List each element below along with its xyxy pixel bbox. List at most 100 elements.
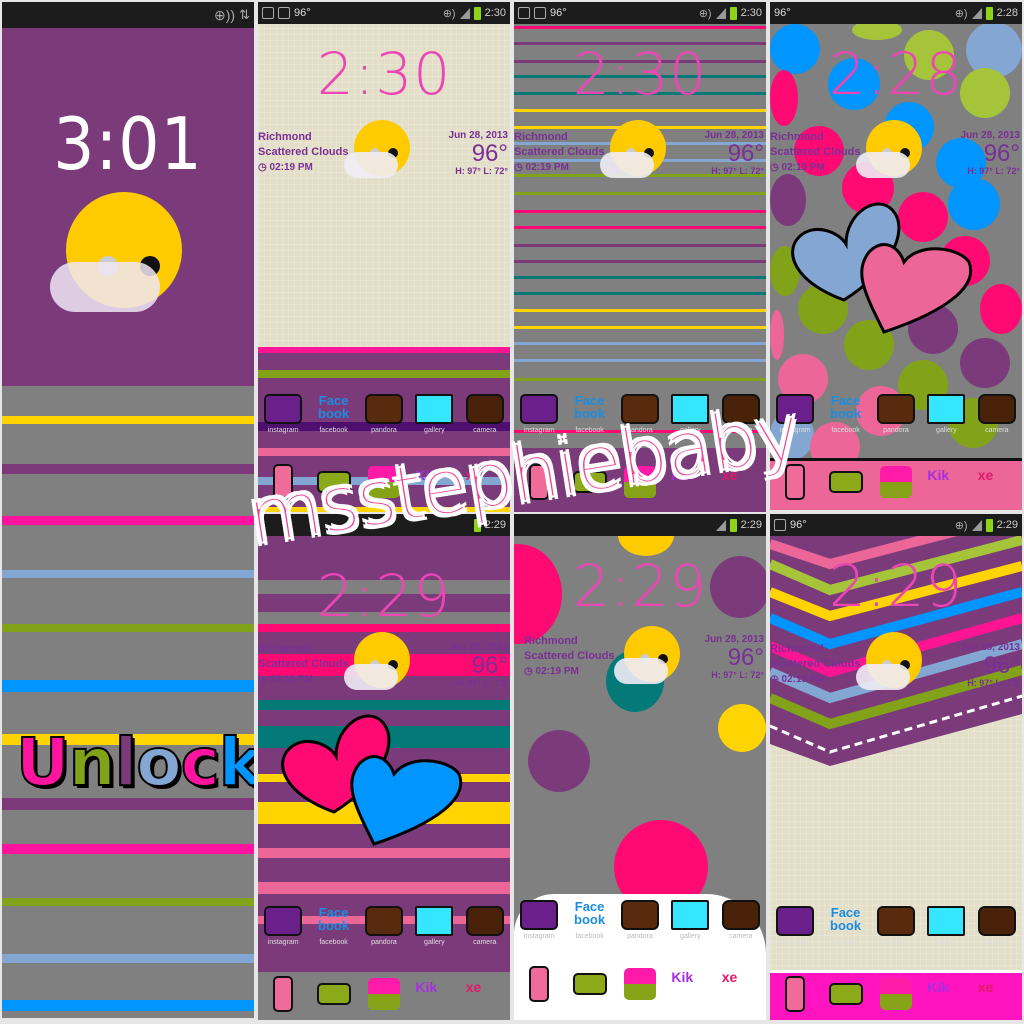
app-xe[interactable]: xe <box>973 467 1021 497</box>
lock-clock: 3:01 <box>53 102 203 186</box>
weather-temp: 96° <box>983 652 1020 679</box>
app-gallery[interactable]: gallery <box>410 906 458 946</box>
app-label: camera <box>729 933 753 940</box>
phone-icon <box>529 966 550 1002</box>
app-gallery[interactable]: gallery <box>922 906 970 946</box>
app-multi[interactable] <box>616 968 664 1000</box>
app-phone[interactable] <box>515 966 563 1002</box>
unlock-label[interactable]: Unlock <box>15 723 254 802</box>
radio-icon <box>876 906 915 936</box>
app-pandora[interactable]: pandora <box>872 394 920 434</box>
weather-temp: 96° <box>983 140 1020 167</box>
app-multi[interactable] <box>360 978 408 1010</box>
weather-temp: 96° <box>471 140 508 167</box>
app-camera[interactable]: camera <box>461 394 509 434</box>
status-temp: 96° <box>774 7 791 19</box>
facebook-icon: Face book <box>318 393 350 421</box>
status-temp: 96° <box>294 7 311 19</box>
message-icon <box>572 973 607 995</box>
kik-icon: Kik <box>927 979 950 995</box>
app-row-1: instagram Face book facebook pandora gall… <box>514 900 766 940</box>
instagram-icon <box>776 906 815 936</box>
app-gallery[interactable]: gallery <box>666 900 714 940</box>
app-facebook[interactable]: Face book facebook <box>566 900 614 940</box>
app-messaging[interactable] <box>566 973 614 995</box>
nfc-icon: ⊕) <box>698 7 712 20</box>
weather-sun-icon <box>614 626 680 684</box>
app-kik[interactable]: Kik <box>666 969 714 999</box>
unlock-letter: n <box>68 723 117 802</box>
app-row-1: instagram Face book facebook pandora gall… <box>770 394 1022 434</box>
app-label: pandora <box>883 939 909 946</box>
nfc-icon: ⊕)) <box>214 6 236 23</box>
app-instagram[interactable]: instagram <box>259 906 307 946</box>
clock: 2:29 <box>828 552 964 620</box>
signal-icon <box>459 7 470 19</box>
app-gallery[interactable]: gallery <box>922 394 970 434</box>
weather-location: Richmond <box>770 131 824 143</box>
weather-sun-icon <box>344 632 410 690</box>
status-bar: 96° ⊕) 2:30 <box>258 2 510 24</box>
app-instagram[interactable]: instagram <box>515 900 563 940</box>
app-instagram[interactable]: instagram <box>259 394 307 434</box>
app-instagram[interactable]: instagram <box>771 906 819 946</box>
app-kik[interactable]: Kik <box>922 467 970 497</box>
weather-updated: 02:19 PM <box>781 674 825 685</box>
weather-hilo: H: 97° L: 72° <box>455 678 508 688</box>
app-xe[interactable]: xe <box>461 979 509 1009</box>
camera-icon <box>721 900 760 930</box>
app-messaging[interactable] <box>822 983 870 1005</box>
clock-icon: ◷ <box>770 162 779 173</box>
app-label: pandora <box>371 939 397 946</box>
app-pandora[interactable]: pandora <box>360 394 408 434</box>
app-facebook[interactable]: Face book facebook <box>822 394 870 434</box>
facebook-icon: Face book <box>830 393 862 421</box>
nfc-icon: ⊕) <box>954 519 968 532</box>
weather-sun-icon <box>856 632 922 690</box>
notification-icon <box>262 7 274 19</box>
signal-icon <box>715 519 726 531</box>
weather-location: Richmond <box>524 635 578 647</box>
app-row-2: Kik xe <box>514 966 766 1002</box>
xe-icon: xe <box>721 969 738 985</box>
xe-icon: xe <box>465 979 482 995</box>
app-xe[interactable]: xe <box>717 969 765 999</box>
app-xe[interactable]: xe <box>973 979 1021 1009</box>
weather-condition: Scattered Clouds <box>514 146 605 158</box>
app-phone[interactable] <box>259 976 307 1012</box>
app-facebook[interactable]: Face book facebook <box>822 906 870 946</box>
weather-sun-icon <box>344 120 410 178</box>
app-phone[interactable] <box>771 976 819 1012</box>
app-kik[interactable]: Kik <box>922 979 970 1009</box>
app-facebook[interactable]: Face book facebook <box>310 906 358 946</box>
app-pandora[interactable]: pandora <box>616 900 664 940</box>
app-label: camera <box>473 427 497 434</box>
app-messaging[interactable] <box>310 983 358 1005</box>
app-label: gallery <box>424 939 445 946</box>
app-pandora[interactable]: pandora <box>872 906 920 946</box>
app-camera[interactable]: camera <box>717 900 765 940</box>
status-time: 2:30 <box>484 7 506 19</box>
app-label: camera <box>985 427 1009 434</box>
app-row-1: instagram Face book facebook pandora gall… <box>258 394 510 434</box>
app-messaging[interactable] <box>822 471 870 493</box>
weather-updated: 02:19 PM <box>525 162 569 173</box>
weather-hilo: H: 97° L: 72° <box>711 166 764 176</box>
app-multi[interactable] <box>872 978 920 1010</box>
clock-icon: ◷ <box>524 666 533 677</box>
app-pandora[interactable]: pandora <box>360 906 408 946</box>
app-camera[interactable]: camera <box>973 906 1021 946</box>
app-label: gallery <box>936 427 957 434</box>
clock-icon: ◷ <box>258 162 267 173</box>
app-label: facebook <box>831 427 860 434</box>
app-kik[interactable]: Kik <box>410 979 458 1009</box>
app-camera[interactable]: camera <box>973 394 1021 434</box>
xe-icon: xe <box>977 467 994 483</box>
app-multi[interactable] <box>872 466 920 498</box>
multi-window-icon <box>623 968 656 1000</box>
app-facebook[interactable]: Face book facebook <box>310 394 358 434</box>
app-camera[interactable]: camera <box>461 906 509 946</box>
lockscreen-panel: ⊕)) ⇅ 3:01 Unlock <box>2 2 254 1018</box>
app-gallery[interactable]: gallery <box>410 394 458 434</box>
app-label: pandora <box>371 427 397 434</box>
